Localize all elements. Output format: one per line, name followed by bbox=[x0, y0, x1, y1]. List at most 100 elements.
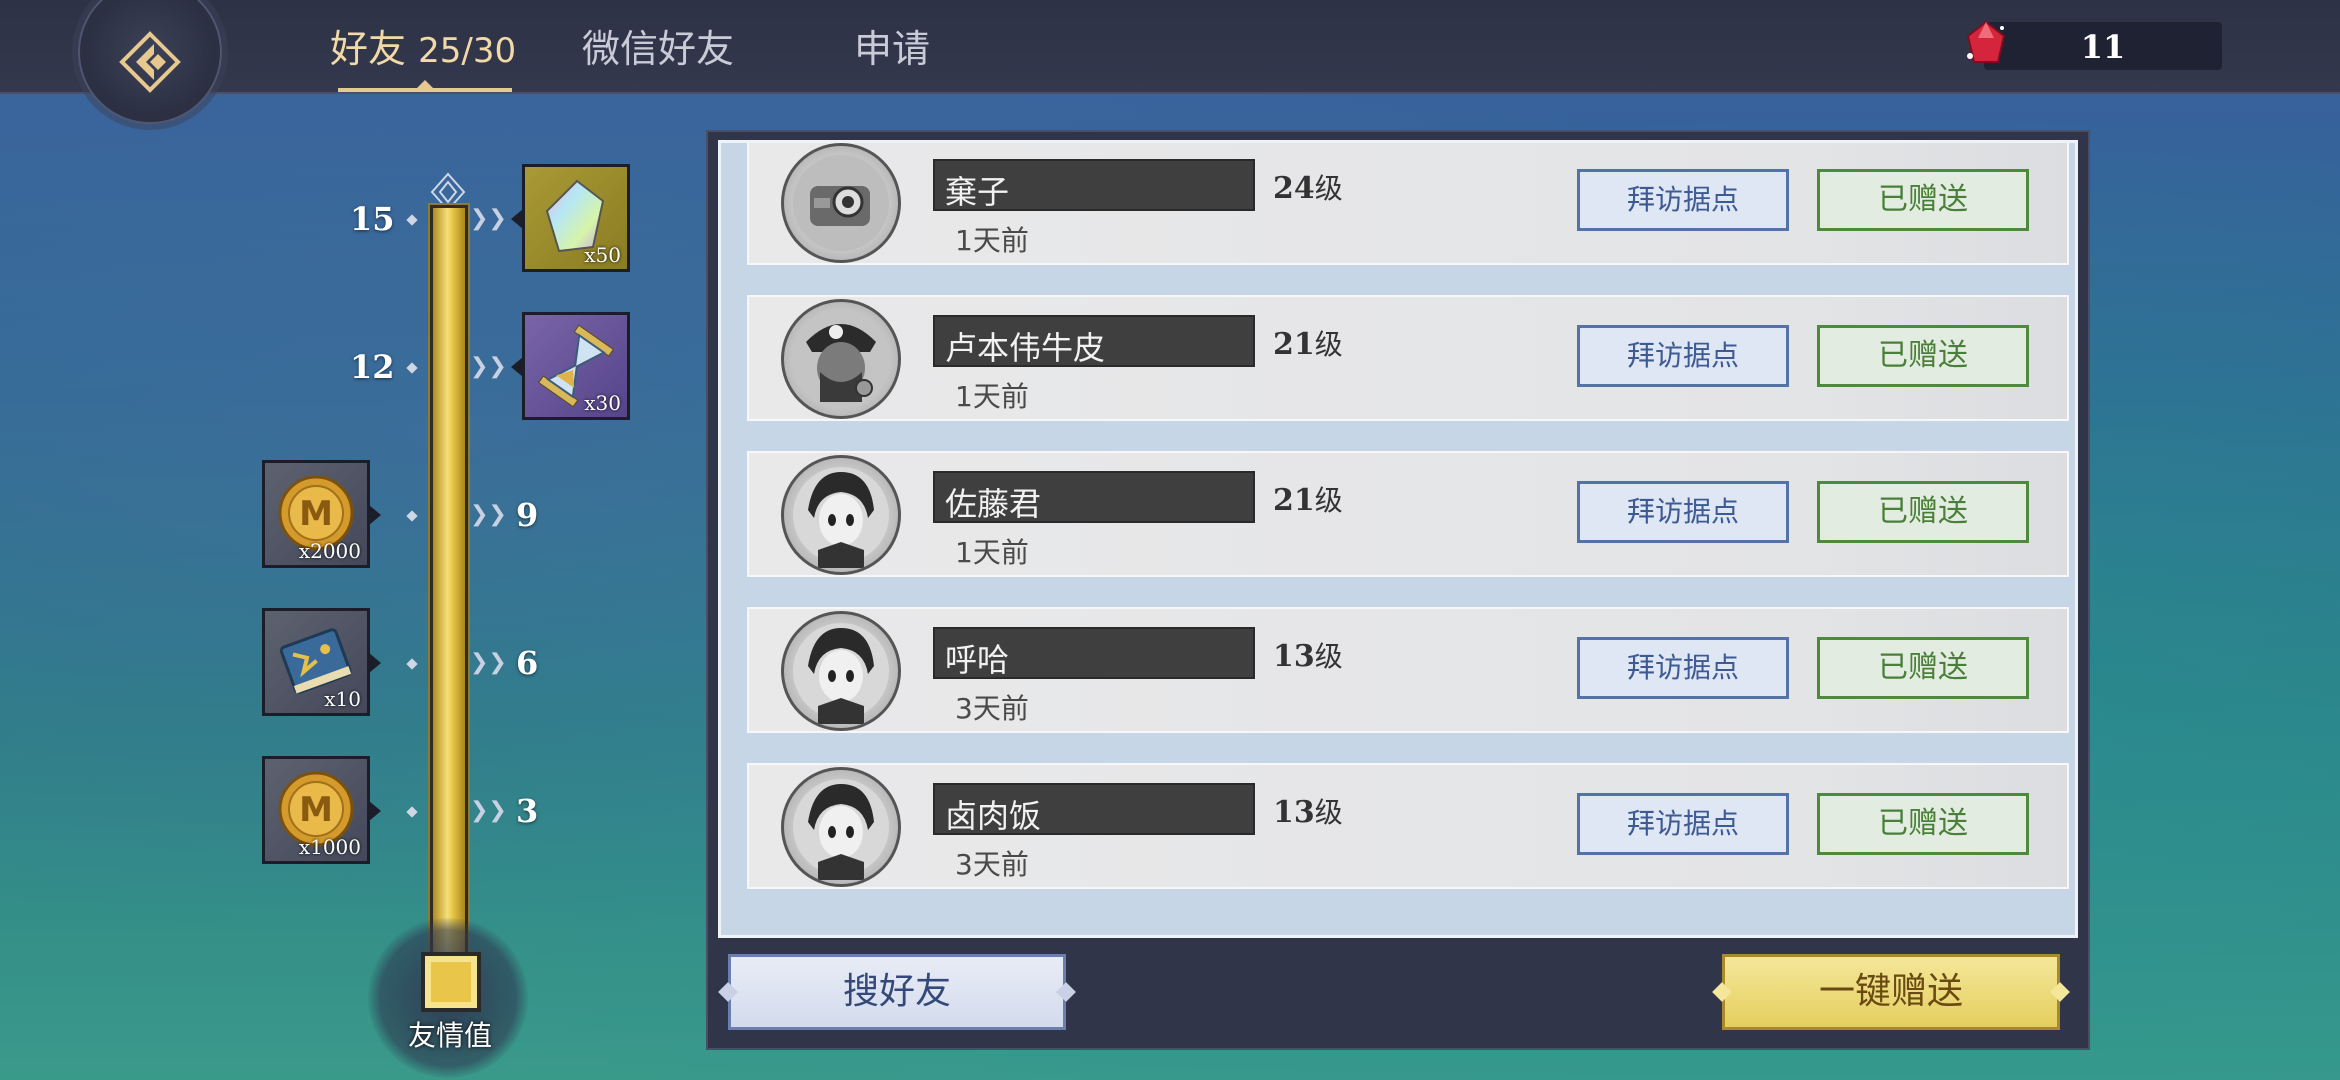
character-avatar-icon bbox=[793, 623, 889, 724]
friend-row: 卢本伟牛皮 21级 1天前 拜访据点 已赠送 bbox=[747, 295, 2069, 421]
avatar[interactable] bbox=[781, 767, 901, 887]
level-number: 24 bbox=[1273, 171, 1315, 206]
friend-level: 13级 bbox=[1273, 791, 1343, 831]
level-number: 21 bbox=[1273, 327, 1315, 362]
reward-slot-9[interactable]: M x2000 bbox=[262, 460, 381, 568]
last-online: 3天前 bbox=[955, 692, 1029, 725]
currency-display: 11 bbox=[1966, 20, 2222, 70]
friend-name: 棄子 bbox=[945, 173, 1010, 211]
tick-marker bbox=[406, 658, 418, 670]
visit-base-button[interactable]: 拜访据点 bbox=[1577, 169, 1789, 231]
chevron-right-icon: ❯❯ bbox=[470, 502, 507, 527]
tab-friends-label: 好友 bbox=[330, 27, 407, 71]
friendship-value-label: 友情值 bbox=[407, 1019, 492, 1052]
gift-sent-button[interactable]: 已赠送 bbox=[1817, 637, 2029, 699]
progress-knob bbox=[421, 952, 481, 1012]
back-button-frame bbox=[78, 0, 222, 124]
level-number: 21 bbox=[1273, 483, 1315, 518]
svg-text:M: M bbox=[299, 790, 333, 830]
name-plate: 棄子 bbox=[933, 159, 1255, 211]
top-bar: 好友 25/30 微信好友 申请 11 bbox=[0, 0, 2340, 124]
tick-marker bbox=[406, 806, 418, 818]
last-online: 1天前 bbox=[955, 536, 1029, 569]
level-unit: 级 bbox=[1314, 172, 1343, 205]
friend-level: 21级 bbox=[1273, 479, 1343, 519]
visit-base-button[interactable]: 拜访据点 bbox=[1577, 793, 1789, 855]
avatar[interactable] bbox=[781, 143, 901, 263]
name-plate: 佐藤君 bbox=[933, 471, 1255, 523]
name-plate: 卤肉饭 bbox=[933, 783, 1255, 835]
tick-value-9: 9 bbox=[516, 496, 539, 534]
friend-name: 呼哈 bbox=[945, 641, 1010, 679]
friend-list-panel: 棄子 24级 1天前 拜访据点 已赠送 卢本伟牛皮 21级 1天前 拜访据点 已… bbox=[706, 130, 2090, 1050]
friend-row: 佐藤君 21级 1天前 拜访据点 已赠送 bbox=[747, 451, 2069, 577]
character-avatar-icon bbox=[793, 467, 889, 568]
reward-slot-3[interactable]: M x1000 bbox=[262, 756, 381, 864]
chevron-right-icon: ❯❯ bbox=[470, 354, 507, 379]
friend-level: 24级 bbox=[1273, 167, 1343, 207]
chevron-right-icon: ❯❯ bbox=[470, 206, 507, 231]
chevron-right-icon: ❯❯ bbox=[470, 650, 507, 675]
chevron-right-icon: ❯❯ bbox=[470, 798, 507, 823]
character-avatar-icon bbox=[793, 779, 889, 880]
reward-qty: x1000 bbox=[298, 835, 361, 859]
friend-list[interactable]: 棄子 24级 1天前 拜访据点 已赠送 卢本伟牛皮 21级 1天前 拜访据点 已… bbox=[718, 140, 2078, 938]
gift-all-button[interactable]: 一键赠送 bbox=[1722, 954, 2060, 1030]
tick-value-3: 3 bbox=[516, 792, 539, 830]
pointer bbox=[511, 357, 523, 377]
reward-qty: x10 bbox=[324, 687, 361, 711]
last-online: 1天前 bbox=[955, 224, 1029, 257]
name-plate: 卢本伟牛皮 bbox=[933, 315, 1255, 367]
pointer bbox=[511, 209, 523, 229]
friend-count: 25/30 bbox=[418, 31, 517, 71]
avatar[interactable] bbox=[781, 299, 901, 419]
level-unit: 级 bbox=[1314, 796, 1343, 829]
robot-avatar-icon bbox=[793, 155, 889, 251]
friend-level: 21级 bbox=[1273, 323, 1343, 363]
currency-value: 11 bbox=[2080, 28, 2126, 66]
masked-character-avatar-icon bbox=[793, 311, 889, 407]
svg-text:M: M bbox=[299, 494, 333, 534]
tick-value-15: 15 bbox=[350, 200, 395, 238]
friend-level: 13级 bbox=[1273, 635, 1343, 675]
tab-wechat-friends[interactable]: 微信好友 bbox=[582, 18, 734, 78]
tab-requests[interactable]: 申请 bbox=[854, 18, 930, 78]
friend-row: 卤肉饭 13级 3天前 拜访据点 已赠送 bbox=[747, 763, 2069, 889]
gift-sent-button[interactable]: 已赠送 bbox=[1817, 169, 2029, 231]
last-online: 3天前 bbox=[955, 848, 1029, 881]
reward-slot-15[interactable]: x50 bbox=[511, 164, 630, 272]
level-number: 13 bbox=[1273, 795, 1315, 830]
pointer bbox=[369, 801, 381, 821]
level-unit: 级 bbox=[1314, 484, 1343, 517]
visit-base-button[interactable]: 拜访据点 bbox=[1577, 481, 1789, 543]
tick-marker bbox=[406, 510, 418, 522]
gift-sent-button[interactable]: 已赠送 bbox=[1817, 325, 2029, 387]
gift-sent-button[interactable]: 已赠送 bbox=[1817, 481, 2029, 543]
back-button[interactable] bbox=[118, 30, 182, 94]
search-friend-button[interactable]: 搜好友 bbox=[728, 954, 1066, 1030]
tab-friends[interactable]: 好友 25/30 bbox=[330, 18, 516, 78]
reward-slot-12[interactable]: x30 bbox=[511, 312, 630, 420]
tick-marker bbox=[406, 214, 418, 226]
visit-base-button[interactable]: 拜访据点 bbox=[1577, 637, 1789, 699]
pointer bbox=[369, 505, 381, 525]
tick-value-6: 6 bbox=[516, 644, 539, 682]
reward-qty: x50 bbox=[584, 243, 621, 267]
friend-name: 卢本伟牛皮 bbox=[945, 329, 1106, 367]
visit-base-button[interactable]: 拜访据点 bbox=[1577, 325, 1789, 387]
gift-sent-button[interactable]: 已赠送 bbox=[1817, 793, 2029, 855]
level-unit: 级 bbox=[1314, 640, 1343, 673]
name-plate: 呼哈 bbox=[933, 627, 1255, 679]
avatar[interactable] bbox=[781, 611, 901, 731]
active-tab-indicator bbox=[338, 88, 512, 92]
friend-row: 呼哈 13级 3天前 拜访据点 已赠送 bbox=[747, 607, 2069, 733]
reward-slot-6[interactable]: x10 bbox=[262, 608, 381, 716]
last-online: 1天前 bbox=[955, 380, 1029, 413]
active-tab-caret bbox=[417, 80, 433, 88]
avatar[interactable] bbox=[781, 455, 901, 575]
level-number: 13 bbox=[1273, 639, 1315, 674]
level-unit: 级 bbox=[1314, 328, 1343, 361]
friend-name: 佐藤君 bbox=[945, 485, 1042, 523]
tick-value-12: 12 bbox=[350, 348, 395, 386]
reward-qty: x2000 bbox=[298, 539, 361, 563]
